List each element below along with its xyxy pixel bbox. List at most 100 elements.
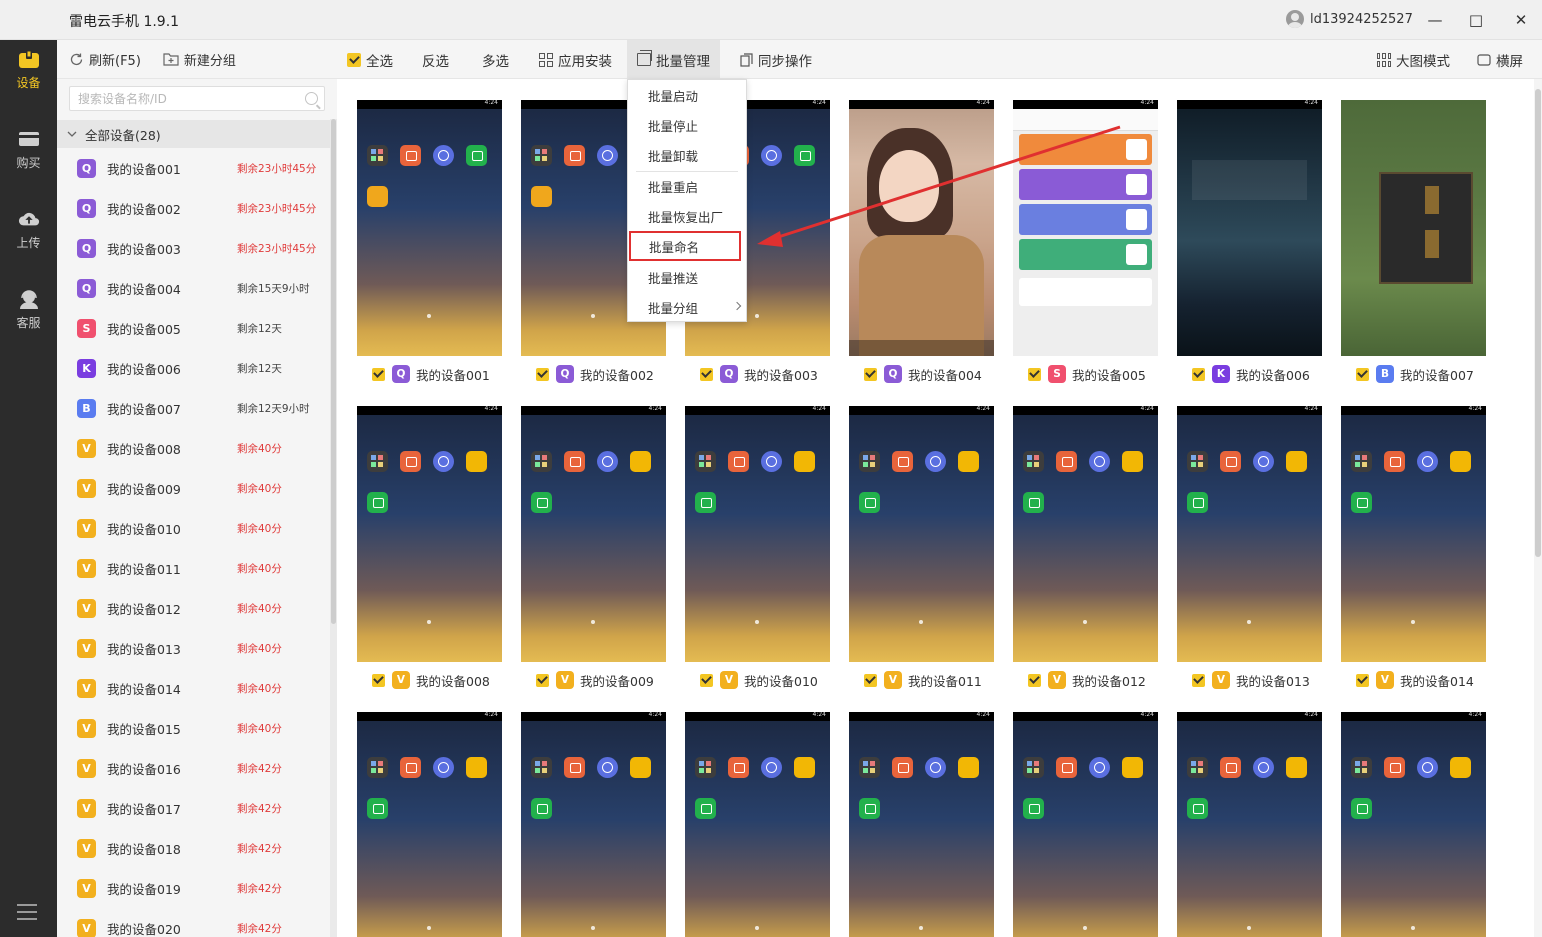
- search-box[interactable]: [69, 86, 325, 111]
- device-screen[interactable]: [521, 406, 666, 662]
- device-checkbox[interactable]: [536, 367, 549, 381]
- rail-item-upload[interactable]: 上传: [0, 200, 57, 260]
- device-checkbox[interactable]: [372, 673, 385, 687]
- device-checkbox[interactable]: [536, 673, 549, 687]
- device-screen[interactable]: [685, 406, 830, 662]
- menu-item-batch-restart[interactable]: 批量重启: [628, 171, 746, 201]
- device-screen[interactable]: [1013, 100, 1158, 356]
- device-screen[interactable]: [1177, 100, 1322, 356]
- search-input[interactable]: [70, 87, 290, 110]
- main-scrollbar[interactable]: [1534, 79, 1542, 937]
- device-list-item[interactable]: V 我的设备019 剩余42分: [57, 868, 330, 908]
- device-list-item[interactable]: V 我的设备014 剩余40分: [57, 668, 330, 708]
- device-card[interactable]: [1341, 712, 1486, 937]
- menu-item-batch-uninstall[interactable]: 批量卸载: [628, 140, 746, 170]
- device-screen[interactable]: [521, 712, 666, 937]
- device-card[interactable]: V 我的设备014: [1341, 406, 1486, 698]
- device-list-item[interactable]: Q 我的设备001 剩余23小时45分: [57, 148, 330, 188]
- device-screen[interactable]: [849, 712, 994, 937]
- device-list-item[interactable]: V 我的设备017 剩余42分: [57, 788, 330, 828]
- rail-item-support[interactable]: 客服: [0, 280, 57, 340]
- device-list-item[interactable]: B 我的设备007 剩余12天9小时: [57, 388, 330, 428]
- device-screen[interactable]: [357, 712, 502, 937]
- device-checkbox[interactable]: [1356, 673, 1369, 687]
- device-list-item[interactable]: S 我的设备005 剩余12天: [57, 308, 330, 348]
- rail-item-buy[interactable]: 购买: [0, 120, 57, 180]
- device-card[interactable]: V 我的设备008: [357, 406, 502, 698]
- device-checkbox[interactable]: [1192, 367, 1205, 381]
- device-screen[interactable]: [1177, 406, 1322, 662]
- device-checkbox[interactable]: [864, 673, 877, 687]
- device-list-item[interactable]: V 我的设备016 剩余42分: [57, 748, 330, 788]
- device-card[interactable]: [521, 712, 666, 937]
- device-checkbox[interactable]: [1028, 673, 1041, 687]
- menu-item-batch-factory-reset[interactable]: 批量恢复出厂: [628, 201, 746, 231]
- device-list-item[interactable]: V 我的设备010 剩余40分: [57, 508, 330, 548]
- menu-item-batch-start[interactable]: 批量启动: [628, 80, 746, 110]
- menu-item-batch-push[interactable]: 批量推送: [628, 262, 746, 292]
- multi-select-button[interactable]: 多选: [482, 40, 509, 79]
- close-button[interactable]: ✕: [1509, 8, 1533, 32]
- device-card[interactable]: V 我的设备009: [521, 406, 666, 698]
- device-screen[interactable]: [849, 100, 994, 356]
- menu-item-batch-stop[interactable]: 批量停止: [628, 110, 746, 140]
- device-card[interactable]: S 我的设备005: [1013, 100, 1158, 392]
- search-icon[interactable]: [305, 92, 318, 105]
- panel-scrollbar[interactable]: [330, 119, 337, 937]
- device-screen[interactable]: [1341, 100, 1486, 356]
- menu-item-batch-group[interactable]: 批量分组: [628, 292, 746, 322]
- device-list-item[interactable]: V 我的设备012 剩余40分: [57, 588, 330, 628]
- batch-manage-button[interactable]: 批量管理: [627, 40, 720, 79]
- menu-item-batch-rename[interactable]: 批量命名: [629, 231, 741, 261]
- device-list-item[interactable]: V 我的设备008 剩余40分: [57, 428, 330, 468]
- device-card[interactable]: V 我的设备013: [1177, 406, 1322, 698]
- big-view-button[interactable]: 大图模式: [1377, 40, 1450, 79]
- device-list-item[interactable]: K 我的设备006 剩余12天: [57, 348, 330, 388]
- device-list-item[interactable]: Q 我的设备002 剩余23小时45分: [57, 188, 330, 228]
- device-checkbox[interactable]: [700, 673, 713, 687]
- maximize-button[interactable]: □: [1464, 8, 1488, 32]
- device-card[interactable]: K 我的设备006: [1177, 100, 1322, 392]
- device-checkbox[interactable]: [372, 367, 385, 381]
- device-card[interactable]: [849, 712, 994, 937]
- device-checkbox[interactable]: [700, 367, 713, 381]
- device-card[interactable]: [685, 712, 830, 937]
- new-group-button[interactable]: 新建分组: [163, 50, 236, 69]
- device-screen[interactable]: [1341, 406, 1486, 662]
- device-list-item[interactable]: V 我的设备018 剩余42分: [57, 828, 330, 868]
- device-list-item[interactable]: V 我的设备020 剩余42分: [57, 908, 330, 937]
- device-screen[interactable]: [1341, 712, 1486, 937]
- device-card[interactable]: V 我的设备010: [685, 406, 830, 698]
- landscape-button[interactable]: 横屏: [1477, 40, 1523, 79]
- device-screen[interactable]: [685, 712, 830, 937]
- device-screen[interactable]: [357, 406, 502, 662]
- device-card[interactable]: [357, 712, 502, 937]
- hamburger-icon[interactable]: [17, 904, 37, 920]
- group-header[interactable]: 全部设备(28): [57, 120, 330, 148]
- refresh-button[interactable]: 刷新(F5): [69, 50, 141, 69]
- device-card[interactable]: Q 我的设备004: [849, 100, 994, 392]
- minimize-button[interactable]: —: [1423, 8, 1447, 32]
- device-list-item[interactable]: V 我的设备009 剩余40分: [57, 468, 330, 508]
- device-screen[interactable]: [1013, 712, 1158, 937]
- device-card[interactable]: V 我的设备011: [849, 406, 994, 698]
- device-card[interactable]: V 我的设备012: [1013, 406, 1158, 698]
- invert-selection-button[interactable]: 反选: [422, 40, 449, 79]
- device-card[interactable]: [1013, 712, 1158, 937]
- user-info[interactable]: ld13924252527: [1286, 10, 1413, 28]
- device-checkbox[interactable]: [1028, 367, 1041, 381]
- device-list-item[interactable]: V 我的设备011 剩余40分: [57, 548, 330, 588]
- device-card[interactable]: B 我的设备007: [1341, 100, 1486, 392]
- device-checkbox[interactable]: [864, 367, 877, 381]
- device-screen[interactable]: [357, 100, 502, 356]
- rail-item-device[interactable]: 设备: [0, 40, 57, 100]
- device-checkbox[interactable]: [1356, 367, 1369, 381]
- device-list-item[interactable]: V 我的设备013 剩余40分: [57, 628, 330, 668]
- select-all-button[interactable]: 全选: [347, 40, 393, 79]
- device-screen[interactable]: [1013, 406, 1158, 662]
- app-install-button[interactable]: 应用安装: [539, 40, 612, 79]
- device-card[interactable]: [1177, 712, 1322, 937]
- device-card[interactable]: Q 我的设备001: [357, 100, 502, 392]
- sync-button[interactable]: 同步操作: [740, 40, 812, 79]
- device-list-item[interactable]: Q 我的设备003 剩余23小时45分: [57, 228, 330, 268]
